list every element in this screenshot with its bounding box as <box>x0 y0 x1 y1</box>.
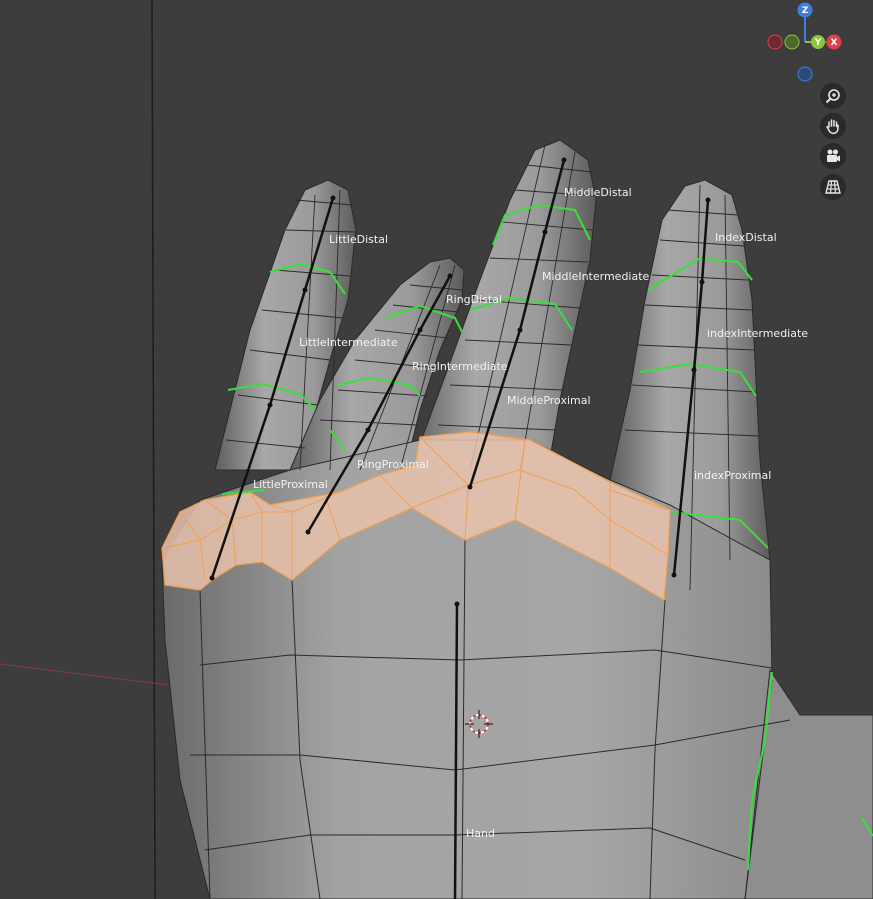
bone-label-middle-distal: MiddleDistal <box>564 186 632 199</box>
perspective-toggle-button[interactable] <box>820 174 846 200</box>
gizmo-neg-z-icon[interactable] <box>797 66 813 82</box>
3d-viewport[interactable]: LittleDistal LittleIntermediate LittlePr… <box>0 0 873 899</box>
pan-hand-icon <box>826 119 839 135</box>
zoom-icon <box>825 89 840 104</box>
gizmo-z-label: Z <box>802 6 809 16</box>
viewport-divider-line <box>151 0 156 899</box>
bone-label-middle-proximal: MiddleProximal <box>507 394 591 407</box>
bone-label-ring-distal: RingDistal <box>446 293 502 306</box>
gizmo-neg-x-icon[interactable] <box>767 34 783 50</box>
gizmo-x-label: X <box>831 38 838 48</box>
bone-label-little-intermediate: LittleIntermediate <box>299 336 398 349</box>
bone-label-index-proximal: indexProximal <box>694 469 771 482</box>
bone-label-little-proximal: LittleProximal <box>253 478 328 491</box>
pan-button[interactable] <box>820 113 846 139</box>
camera-icon <box>827 149 840 162</box>
camera-view-button[interactable] <box>820 143 846 169</box>
viewport-scene[interactable]: LittleDistal LittleIntermediate LittlePr… <box>0 0 873 899</box>
bone-label-little-distal: LittleDistal <box>329 233 388 246</box>
bone-label-middle-intermediate: MiddleIntermediate <box>542 270 650 283</box>
bone-label-hand: Hand <box>466 827 495 840</box>
bone-label-index-intermediate: indexIntermediate <box>707 327 808 340</box>
bone-label-ring-intermediate: RingIntermediate <box>412 360 508 373</box>
navigation-gizmo[interactable]: Y X Z <box>767 2 842 82</box>
gizmo-y-label: Y <box>814 38 822 48</box>
gizmo-neg-y-icon[interactable] <box>784 34 800 50</box>
perspective-grid-icon <box>825 180 841 194</box>
bone-label-index-distal: IndexDistal <box>715 231 777 244</box>
hand-mesh[interactable] <box>161 139 873 899</box>
zoom-button[interactable] <box>820 83 846 109</box>
bone-label-ring-proximal: RingProximal <box>357 458 429 471</box>
